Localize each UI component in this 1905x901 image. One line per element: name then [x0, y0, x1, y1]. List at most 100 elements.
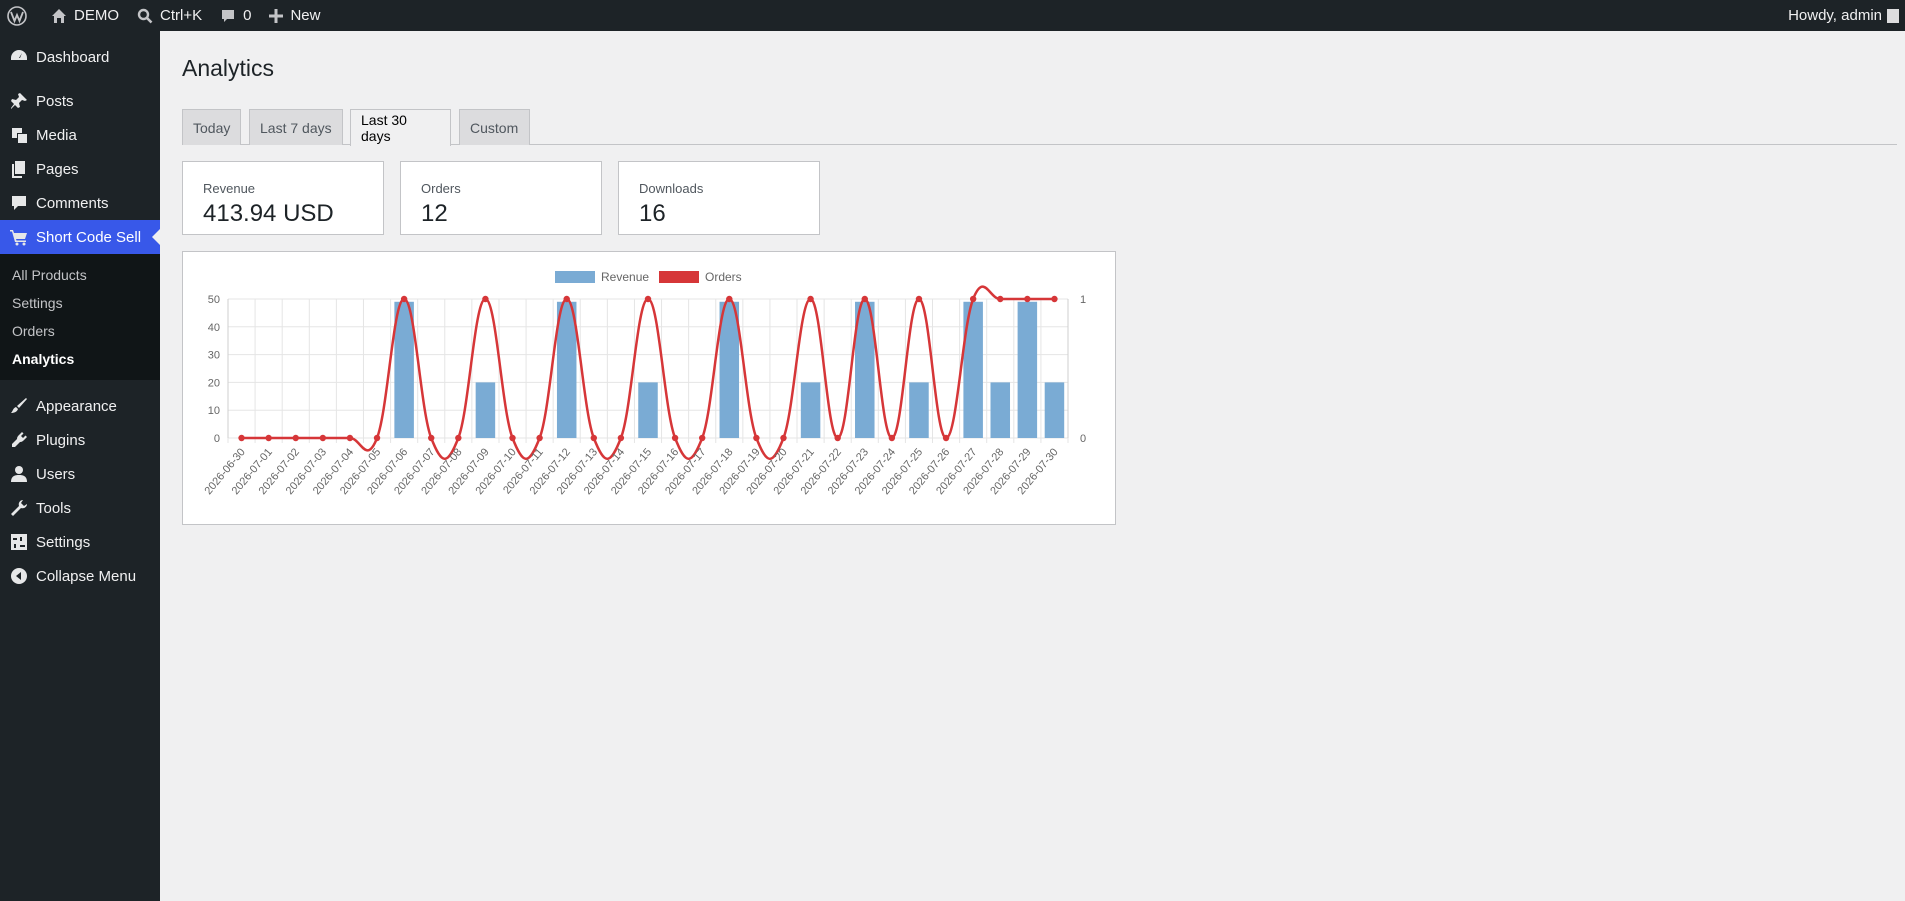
menu-appearance[interactable]: Appearance [0, 389, 160, 423]
menu-tools[interactable]: Tools [0, 491, 160, 525]
tab-today[interactable]: Today [182, 109, 241, 145]
revenue-bar [990, 382, 1011, 438]
legend-orders-swatch [659, 271, 699, 283]
submenu-analytics[interactable]: Analytics [0, 345, 160, 373]
submenu-all-products[interactable]: All Products [0, 261, 160, 289]
orders-point [644, 295, 652, 303]
y-tick-label-left: 50 [208, 294, 220, 306]
orders-point [942, 434, 950, 442]
comment-icon [9, 193, 29, 213]
new-content-link[interactable]: New [260, 0, 329, 31]
tab-last-30-days[interactable]: Last 30 days [350, 109, 451, 146]
menu-short-code-sell[interactable]: Short Code Sell [0, 220, 160, 254]
legend-revenue-swatch [555, 271, 595, 283]
orders-point [265, 434, 272, 442]
comments-count: 0 [243, 7, 252, 24]
submenu-settings[interactable]: Settings [0, 289, 160, 317]
site-name-link[interactable]: DEMO [42, 0, 128, 31]
orders-label: Orders [421, 181, 461, 196]
collapse-icon [9, 566, 29, 586]
orders-point [509, 434, 516, 442]
legend-revenue-label: Revenue [601, 270, 649, 284]
orders-point [536, 434, 543, 442]
menu-comments[interactable]: Comments [0, 186, 160, 220]
revenue-bar [1044, 382, 1065, 438]
orders-point [319, 434, 327, 442]
revenue-bar [1017, 301, 1038, 438]
home-icon [52, 8, 66, 23]
orders-point [861, 295, 868, 303]
y-tick-label-left: 30 [208, 350, 220, 362]
menu-collapse[interactable]: Collapse Menu [0, 559, 160, 593]
y-tick-label-left: 0 [214, 433, 220, 445]
orders-point [753, 434, 760, 442]
tab-last-7-days[interactable]: Last 7 days [249, 109, 343, 145]
submenu-short-code-sell: All Products Settings Orders Analytics [0, 254, 160, 380]
menu-label: Plugins [36, 431, 86, 449]
analytics-chart: 01020304050012026-06-302026-07-012026-07… [202, 270, 1086, 497]
revenue-bar [800, 382, 821, 438]
orders-point [1051, 295, 1058, 303]
downloads-label: Downloads [639, 181, 704, 196]
menu-dashboard[interactable]: Dashboard [0, 40, 160, 74]
orders-point [428, 434, 435, 442]
plus-icon [269, 8, 284, 23]
orders-point [671, 434, 679, 442]
y-tick-label-right: 0 [1080, 433, 1086, 445]
revenue-bar [556, 301, 577, 438]
main-content: Analytics Today Last 7 days Last 30 days… [160, 31, 1905, 901]
revenue-bar [475, 382, 496, 438]
orders-point [400, 295, 408, 303]
orders-point [617, 434, 625, 442]
menu-label: Appearance [36, 397, 117, 415]
y-tick-label-right: 1 [1080, 294, 1086, 306]
orders-point [292, 434, 299, 442]
menu-posts[interactable]: Posts [0, 84, 160, 118]
orders-point [482, 295, 489, 303]
orders-value: 12 [421, 200, 448, 227]
submenu-orders[interactable]: Orders [0, 317, 160, 345]
orders-point [969, 295, 977, 303]
y-tick-label-left: 40 [208, 322, 220, 334]
admin-sidebar: Dashboard Posts Media Pages Comments Sho… [0, 31, 160, 901]
y-tick-label-left: 20 [208, 377, 220, 389]
tab-custom[interactable]: Custom [459, 109, 530, 145]
menu-label: Users [36, 465, 76, 483]
orders-point [780, 434, 787, 442]
wordpress-logo-icon[interactable] [0, 0, 42, 31]
menu-label: Pages [36, 160, 79, 178]
revenue-value: 413.94 USD [203, 200, 334, 227]
comment-icon [222, 9, 235, 22]
menu-media[interactable]: Media [0, 118, 160, 152]
orders-point [346, 434, 354, 442]
downloads-card: Downloads 16 [618, 161, 820, 235]
menu-pages[interactable]: Pages [0, 152, 160, 186]
revenue-bar [638, 382, 658, 438]
orders-point [726, 295, 733, 303]
menu-label: Comments [36, 194, 109, 212]
menu-label: Collapse Menu [36, 567, 137, 585]
menu-label: Posts [36, 92, 74, 110]
new-label: New [290, 7, 321, 24]
my-account[interactable]: Howdy, admin [1788, 7, 1905, 24]
greeting: Howdy, admin [1788, 7, 1882, 24]
menu-users[interactable]: Users [0, 457, 160, 491]
date-range-tabs: Today Last 7 days Last 30 days Custom [182, 109, 1897, 146]
pin-icon [9, 91, 29, 111]
revenue-card: Revenue 413.94 USD [182, 161, 384, 235]
menu-label: Settings [36, 533, 91, 551]
revenue-bar [963, 301, 983, 438]
search-icon [137, 8, 153, 23]
menu-settings[interactable]: Settings [0, 525, 160, 559]
orders-point [590, 434, 598, 442]
comments-link[interactable]: 0 [211, 0, 260, 31]
menu-label: Tools [36, 499, 72, 517]
revenue-label: Revenue [203, 181, 256, 196]
avatar [1887, 8, 1899, 23]
site-name: DEMO [74, 7, 119, 24]
user-icon [9, 464, 29, 484]
orders-point [834, 434, 841, 442]
menu-plugins[interactable]: Plugins [0, 423, 160, 457]
command-search-link[interactable]: Ctrl+K [128, 0, 211, 31]
orders-point [698, 434, 706, 442]
